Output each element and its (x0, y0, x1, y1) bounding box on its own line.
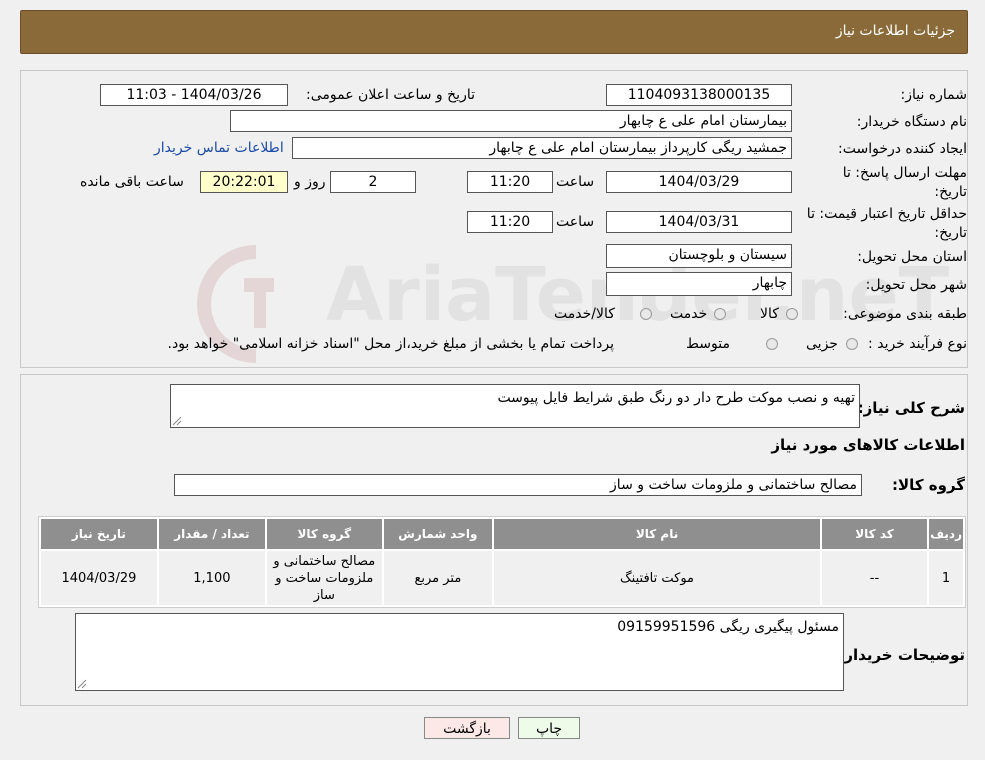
city-field: چابهار (606, 272, 792, 296)
cell-row-number: 1 (929, 551, 963, 605)
category-goods-service-label: کالا/خدمت (554, 306, 615, 322)
table-header-row: ردیف کد کالا نام کالا واحد شمارش گروه کا… (41, 519, 963, 549)
remaining-time: 20:22:01 (200, 171, 288, 193)
buyer-org-label: نام دستگاه خریدار: (856, 114, 967, 130)
buyer-org-field: بیمارستان امام علی ع چابهار (230, 110, 792, 132)
price-validity-time: 11:20 (467, 211, 553, 233)
process-minor-radio[interactable] (846, 338, 858, 350)
col-quantity: تعداد / مقدار (158, 519, 265, 549)
price-validity-time-label: ساعت (556, 214, 595, 230)
col-goods-group: گروه کالا (266, 519, 382, 549)
cell-need-date: 1404/03/29 (41, 551, 157, 605)
page-title: جزئیات اطلاعات نیاز (835, 23, 955, 39)
province-label: استان محل تحویل: (857, 249, 967, 265)
price-validity-label-1: حداقل تاریخ اعتبار قیمت: تا (806, 206, 967, 222)
process-medium-label: متوسط (686, 336, 730, 352)
col-unit: واحد شمارش (383, 519, 493, 549)
goods-table: ردیف کد کالا نام کالا واحد شمارش گروه کا… (38, 516, 966, 608)
cell-unit: متر مربع (383, 551, 493, 605)
col-goods-name: نام کالا (494, 519, 820, 549)
category-goods-service-radio[interactable] (640, 308, 652, 320)
description-field[interactable]: تهیه و نصب موکت طرح دار دو رنگ طبق شرایط… (170, 384, 860, 428)
process-medium-radio[interactable] (766, 338, 778, 350)
reply-deadline-date: 1404/03/29 (606, 171, 792, 193)
reply-deadline-time: 11:20 (467, 171, 553, 193)
remaining-time-label: ساعت باقی مانده (80, 174, 184, 190)
price-validity-date: 1404/03/31 (606, 211, 792, 233)
category-service-label: خدمت (670, 306, 708, 322)
category-service-radio[interactable] (714, 308, 726, 320)
reply-deadline-time-label: ساعت (556, 174, 595, 190)
cell-goods-code: -- (821, 551, 928, 605)
reply-deadline-label-1: مهلت ارسال پاسخ: تا (842, 165, 967, 181)
days-label: روز و (294, 174, 326, 190)
goods-group-label: گروه کالا: (892, 476, 965, 494)
col-need-date: تاریخ نیاز (41, 519, 157, 549)
need-number-label: شماره نیاز: (900, 87, 968, 103)
goods-group-field: مصالح ساختمانی و ملزومات ساخت و ساز (174, 474, 862, 496)
col-row-number: ردیف (929, 519, 963, 549)
resize-handle-icon[interactable] (172, 416, 182, 426)
requester-label: ایجاد کننده درخواست: (838, 141, 967, 157)
category-goods-label: کالا (760, 306, 779, 322)
buyer-notes-label: توضیحات خریدار: (838, 646, 965, 664)
notes-resize-handle-icon[interactable] (77, 679, 87, 689)
province-field: سیستان و بلوچستان (606, 244, 792, 268)
table-row: 1 -- موکت تافتینگ متر مربع مصالح ساختمان… (41, 551, 963, 605)
purchase-process-label: نوع فرآیند خرید : (868, 336, 967, 352)
page-header: جزئیات اطلاعات نیاز (20, 10, 968, 54)
announce-datetime-label: تاریخ و ساعت اعلان عمومی: (306, 87, 475, 103)
treasury-note: پرداخت تمام یا بخشی از مبلغ خرید،از محل … (167, 336, 614, 352)
description-label: شرح کلی نیاز: (857, 399, 965, 417)
back-button[interactable]: بازگشت (424, 717, 510, 739)
remaining-days: 2 (330, 171, 416, 193)
cell-goods-group: مصالح ساختمانی و ملزومات ساخت و ساز (266, 551, 382, 605)
col-goods-code: کد کالا (821, 519, 928, 549)
buyer-notes-field[interactable]: مسئول پیگیری ریگی 09159951596 (75, 613, 844, 691)
process-minor-label: جزیی (806, 336, 838, 352)
category-goods-radio[interactable] (786, 308, 798, 320)
city-label: شهر محل تحویل: (865, 277, 967, 293)
goods-info-title: اطلاعات کالاهای مورد نیاز (771, 436, 965, 454)
cell-goods-name: موکت تافتینگ (494, 551, 820, 605)
buyer-contact-link[interactable]: اطلاعات تماس خریدار (154, 140, 284, 156)
category-label: طبقه بندی موضوعی: (843, 306, 967, 322)
announce-datetime-field: 1404/03/26 - 11:03 (100, 84, 288, 106)
print-button[interactable]: چاپ (518, 717, 580, 739)
price-validity-label-2: تاریخ: (934, 225, 967, 241)
requester-field: جمشید ریگی کارپرداز بیمارستان امام علی ع… (292, 137, 792, 159)
cell-quantity: 1,100 (158, 551, 265, 605)
reply-deadline-label-2: تاریخ: (934, 184, 967, 200)
need-number-field: 1104093138000135 (606, 84, 792, 106)
